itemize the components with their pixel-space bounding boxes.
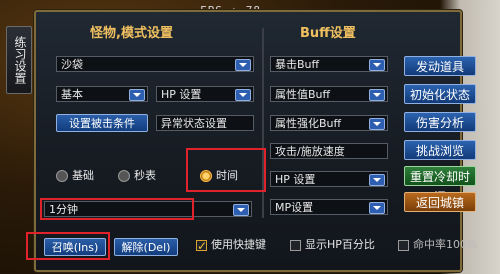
buff-attr-enhance-select[interactable]: 属性强化Buff <box>270 115 388 131</box>
buff-attr-value-label: 属性值Buff <box>275 88 331 101</box>
checkbox-icon <box>398 239 409 251</box>
buff-crit-label: 暴击Buff <box>275 58 320 71</box>
status-effect-select-value: 异常状态设置 <box>161 117 227 130</box>
checkbox-icon <box>290 239 301 251</box>
monster-select[interactable]: 沙袋 <box>56 56 254 72</box>
reset-cooldown-button[interactable]: 重置冷却时间 <box>404 166 476 204</box>
use-hotkeys-checkbox[interactable]: 使用快捷键 <box>196 236 266 255</box>
set-hit-conditions-button[interactable]: 设置被击条件 <box>56 114 148 132</box>
hit-rate-label: 命中率100% <box>413 238 478 251</box>
chevron-down-icon[interactable] <box>235 89 251 101</box>
hp-select[interactable]: HP 设置 <box>156 86 254 102</box>
column-divider <box>262 28 264 218</box>
chevron-down-icon[interactable] <box>233 204 249 216</box>
damage-analysis-button[interactable]: 伤害分析 <box>404 112 476 132</box>
buff-mp-label: MP设置 <box>275 201 314 214</box>
summon-button[interactable]: 召唤(Ins) <box>44 238 106 256</box>
checkbox-checked-icon <box>196 237 207 255</box>
challenge-browse-button[interactable]: 挑战浏览 <box>404 140 476 160</box>
chevron-down-icon[interactable] <box>369 174 385 186</box>
buff-header: Buff设置 <box>300 26 356 41</box>
radio-time-label: 时间 <box>216 169 238 182</box>
reset-status-button[interactable]: 初始化状态 <box>404 84 476 104</box>
radio-time[interactable]: 时间 <box>200 168 238 184</box>
buff-mp-select[interactable]: MP设置 <box>270 199 388 215</box>
buff-speed-label: 攻击/施放速度 <box>275 145 345 158</box>
chevron-down-icon[interactable] <box>369 118 385 130</box>
monster-mode-header: 怪物,模式设置 <box>90 26 173 41</box>
radio-icon <box>118 170 130 182</box>
activate-item-button[interactable]: 发动道具 <box>404 56 476 76</box>
show-hp-percent-checkbox[interactable]: 显示HP百分比 <box>290 236 375 254</box>
buff-attr-value-select[interactable]: 属性值Buff <box>270 86 388 102</box>
chevron-down-icon[interactable] <box>235 59 251 71</box>
buff-hp-select[interactable]: HP 设置 <box>270 171 388 187</box>
radio-stopwatch-label: 秒表 <box>134 169 156 182</box>
use-hotkeys-label: 使用快捷键 <box>211 238 266 251</box>
tab-practice-settings[interactable]: 练习设置 <box>6 26 32 94</box>
status-effect-select[interactable]: 异常状态设置 <box>156 115 254 131</box>
mode-select[interactable]: 基本 <box>56 86 148 102</box>
buff-crit-select[interactable]: 暴击Buff <box>270 56 388 72</box>
radio-icon <box>56 170 68 182</box>
chevron-down-icon[interactable] <box>369 202 385 214</box>
chevron-down-icon[interactable] <box>369 59 385 71</box>
monster-select-value: 沙袋 <box>61 58 83 71</box>
radio-stopwatch[interactable]: 秒表 <box>118 168 156 184</box>
practice-settings-panel <box>34 10 462 272</box>
duration-select[interactable]: 1分钟 <box>44 201 252 217</box>
mode-select-value: 基本 <box>61 88 83 101</box>
chevron-down-icon[interactable] <box>129 89 145 101</box>
radio-basic-label: 基础 <box>72 169 94 182</box>
radio-basic[interactable]: 基础 <box>56 168 94 184</box>
radio-selected-icon <box>200 170 212 182</box>
dismiss-button[interactable]: 解除(Del) <box>114 238 178 256</box>
hit-rate-checkbox[interactable]: 命中率100% <box>398 236 477 254</box>
show-hp-percent-label: 显示HP百分比 <box>305 238 375 251</box>
return-to-town-button[interactable]: 返回城镇 <box>404 192 476 212</box>
buff-hp-label: HP 设置 <box>275 173 316 186</box>
buff-speed-select[interactable]: 攻击/施放速度 <box>270 143 388 159</box>
buff-attr-enhance-label: 属性强化Buff <box>275 117 342 130</box>
chevron-down-icon[interactable] <box>369 89 385 101</box>
hp-select-value: HP 设置 <box>161 88 202 101</box>
duration-select-value: 1分钟 <box>49 203 78 216</box>
